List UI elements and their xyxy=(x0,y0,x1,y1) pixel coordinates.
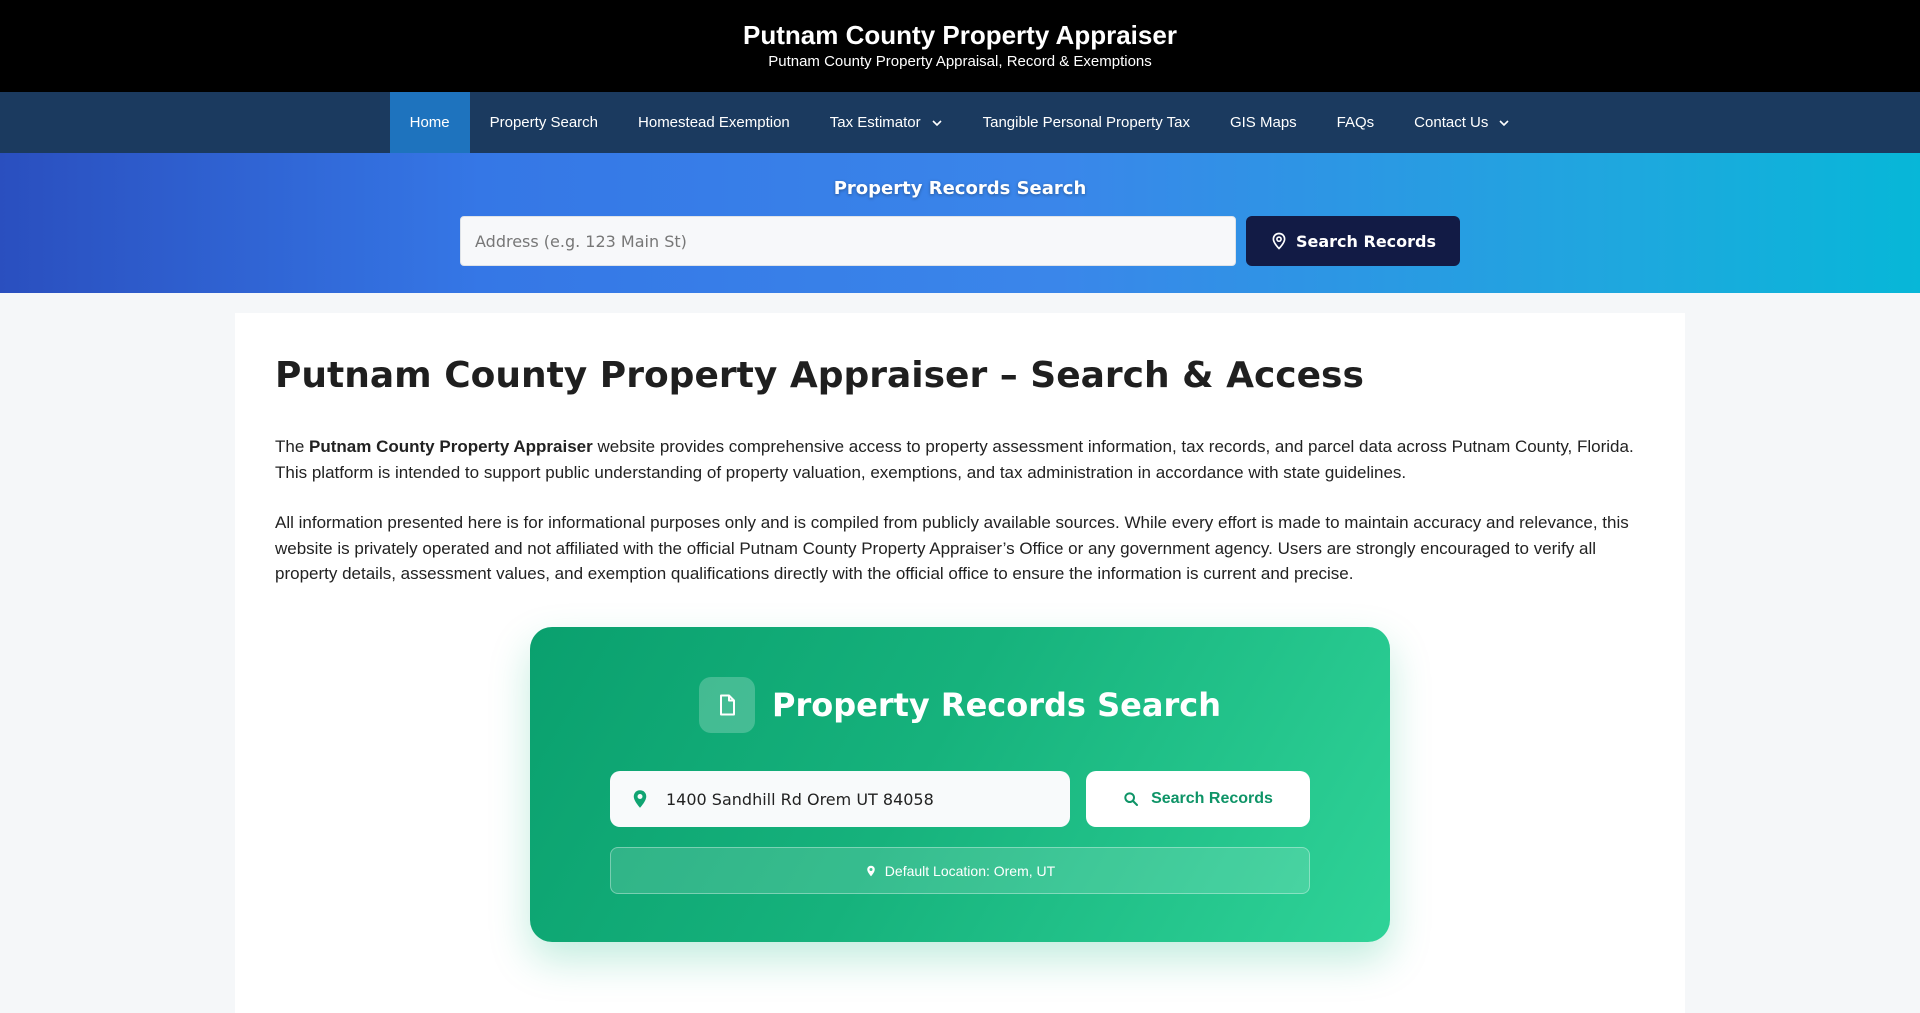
nav-item-label: GIS Maps xyxy=(1229,114,1297,131)
nav-item-label: Home xyxy=(409,114,450,131)
nav-item-tangible-personal-property-tax[interactable]: Tangible Personal Property Tax xyxy=(963,92,1210,153)
nav-item-homestead-exemption[interactable]: Homestead Exemption xyxy=(618,92,810,153)
hero-title: Property Records Search xyxy=(833,178,1087,199)
card-search-records-label: Search Records xyxy=(1151,790,1273,807)
chevron-down-icon xyxy=(1499,119,1509,126)
map-pin-icon xyxy=(633,790,647,808)
nav-item-label: Property Search xyxy=(489,114,599,131)
map-pin-outline-icon xyxy=(1272,232,1286,250)
nav-item-label: Homestead Exemption xyxy=(638,114,790,131)
nav-item-property-search[interactable]: Property Search xyxy=(470,92,618,153)
site-header: Putnam County Property Appraiser Putnam … xyxy=(0,0,1920,92)
main-content: Putnam County Property Appraiser – Searc… xyxy=(235,313,1685,1013)
map-pin-icon xyxy=(867,865,875,876)
intro-paragraph: The Putnam County Property Appraiser web… xyxy=(275,434,1645,485)
intro-prefix: The xyxy=(275,437,310,456)
card-header: Property Records Search xyxy=(530,677,1390,733)
card-title: Property Records Search xyxy=(772,686,1221,724)
card-address-field[interactable] xyxy=(610,771,1070,827)
nav-item-contact-us[interactable]: Contact Us xyxy=(1394,92,1530,153)
default-location-note: Default Location: Orem, UT xyxy=(610,847,1310,894)
card-icon-box xyxy=(699,677,756,733)
main-nav: Home Property Search Homestead Exemption… xyxy=(0,92,1920,153)
default-location-text: Default Location: Orem, UT xyxy=(884,862,1056,879)
nav-item-label: Tangible Personal Property Tax xyxy=(982,114,1190,131)
nav-item-tax-estimator[interactable]: Tax Estimator xyxy=(810,92,963,153)
hero-search-form: Search Records xyxy=(0,216,1920,266)
property-records-search-card: Property Records Search Search Records D… xyxy=(530,627,1390,942)
nav-item-home[interactable]: Home xyxy=(389,92,470,153)
chevron-down-icon xyxy=(932,119,942,126)
card-address-input[interactable] xyxy=(666,789,1056,809)
disclaimer-paragraph: All information presented here is for in… xyxy=(275,513,1629,583)
hero-search: Property Records Search Search Records xyxy=(0,153,1920,293)
search-records-button[interactable]: Search Records xyxy=(1246,216,1460,266)
search-records-label: Search Records xyxy=(1295,231,1437,251)
site-tagline: Putnam County Property Appraisal, Record… xyxy=(768,53,1152,70)
site-title[interactable]: Putnam County Property Appraiser xyxy=(0,20,1920,50)
nav-item-label: FAQs xyxy=(1336,114,1375,131)
nav-item-gis-maps[interactable]: GIS Maps xyxy=(1210,92,1317,153)
nav-list: Home Property Search Homestead Exemption… xyxy=(389,92,1531,153)
nav-item-label: Contact Us xyxy=(1414,114,1489,131)
card-search-records-button[interactable]: Search Records xyxy=(1086,771,1310,827)
page-title: Putnam County Property Appraiser – Searc… xyxy=(275,355,1364,396)
search-icon xyxy=(1124,792,1139,806)
intro-bold: Putnam County Property Appraiser xyxy=(309,437,593,456)
nav-item-faqs[interactable]: FAQs xyxy=(1317,92,1395,153)
nav-item-label: Tax Estimator xyxy=(829,114,921,131)
address-search-input[interactable] xyxy=(460,216,1236,266)
document-icon xyxy=(720,694,736,716)
